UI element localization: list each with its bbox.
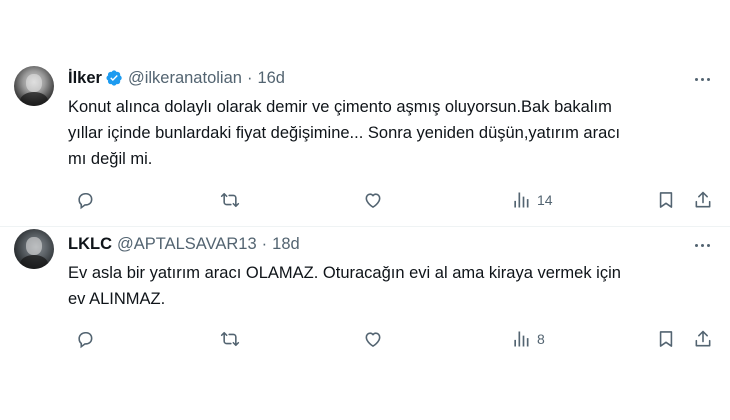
verified-badge-icon — [105, 69, 123, 87]
user-handle[interactable]: @APTALSAVAR13 — [117, 234, 257, 254]
action-bar: 14 — [0, 188, 730, 212]
like-icon — [365, 193, 381, 208]
timestamp[interactable]: 18d — [272, 234, 300, 254]
more-options-icon[interactable] — [690, 69, 714, 89]
like-button[interactable] — [363, 188, 383, 212]
share-icon — [695, 191, 711, 208]
avatar[interactable] — [14, 229, 54, 269]
bookmark-button[interactable] — [656, 327, 676, 351]
share-button[interactable] — [693, 188, 713, 212]
bookmark-button[interactable] — [656, 188, 676, 212]
display-name[interactable]: İlker — [68, 68, 102, 88]
retweet-icon — [220, 192, 240, 208]
bookmark-icon — [659, 192, 673, 208]
views-count: 14 — [537, 192, 553, 208]
user-handle[interactable]: @ilkeranatolian — [128, 68, 242, 88]
tweet[interactable]: İlker @ilkeranatolian · 16d Konut alınca… — [0, 52, 730, 227]
share-button[interactable] — [693, 327, 713, 351]
reply-icon — [78, 192, 93, 210]
bookmark-icon — [659, 331, 673, 347]
more-options-icon[interactable] — [690, 235, 714, 255]
tweet-header: İlker @ilkeranatolian · 16d — [68, 68, 285, 88]
reply-button[interactable] — [75, 188, 95, 212]
retweet-button[interactable] — [220, 327, 240, 351]
tweet[interactable]: LKLC @APTALSAVAR13 · 18d Ev asla bir yat… — [0, 226, 730, 420]
share-icon — [695, 330, 711, 347]
like-icon — [365, 332, 381, 347]
action-bar: 8 — [0, 327, 730, 351]
display-name[interactable]: LKLC — [68, 234, 112, 254]
like-button[interactable] — [363, 327, 383, 351]
views-button[interactable]: 14 — [511, 188, 553, 212]
tweet-header: LKLC @APTALSAVAR13 · 18d — [68, 234, 300, 254]
retweet-button[interactable] — [220, 188, 240, 212]
tweet-text: Konut alınca dolaylı olarak demir ve çim… — [68, 98, 621, 168]
retweet-icon — [220, 331, 240, 347]
avatar[interactable] — [14, 66, 54, 106]
views-icon — [514, 331, 529, 347]
views-count: 8 — [537, 331, 545, 347]
tweet-text: Ev asla bir yatırım aracı OLAMAZ. Oturac… — [68, 264, 621, 308]
separator: · — [261, 235, 268, 253]
reply-icon — [78, 331, 93, 349]
timestamp[interactable]: 16d — [257, 68, 285, 88]
views-button[interactable]: 8 — [511, 327, 545, 351]
reply-button[interactable] — [75, 327, 95, 351]
separator: · — [246, 69, 253, 87]
views-icon — [514, 192, 529, 208]
